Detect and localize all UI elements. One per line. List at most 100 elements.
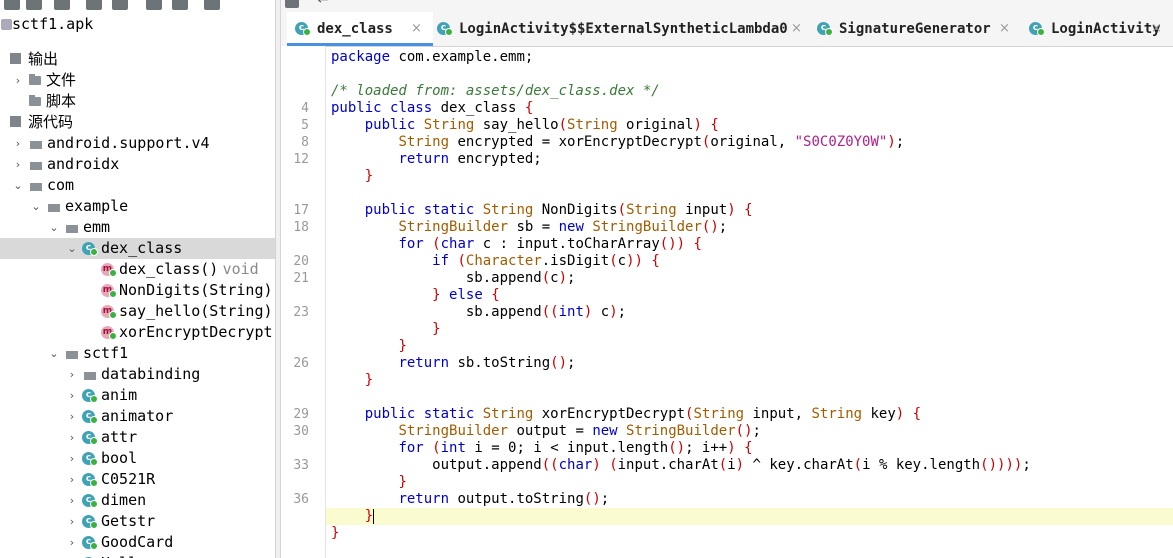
code-line[interactable]: output.append((char) (input.charAt(i) ^ … bbox=[331, 457, 1031, 474]
tab-dex-class[interactable]: c dex_class × bbox=[287, 12, 433, 46]
tab-label: LoginActivity$$ExternalSyntheticLambda0 bbox=[459, 21, 788, 37]
tree-item[interactable]: ⌄ sctf1 bbox=[0, 343, 275, 364]
code-line[interactable]: } bbox=[326, 508, 1173, 525]
tab-loginactivity[interactable]: c LoginActivity × bbox=[1021, 12, 1173, 46]
code-line[interactable]: } bbox=[331, 525, 339, 542]
line-number: 30 bbox=[293, 424, 309, 439]
chevron-right-icon[interactable]: › bbox=[66, 385, 78, 406]
tree-item[interactable]: 源代码 bbox=[0, 112, 275, 133]
class-icon: c bbox=[295, 22, 311, 36]
code-line[interactable]: sb.append((int) c); bbox=[331, 304, 626, 321]
chevron-right-icon[interactable]: › bbox=[66, 469, 78, 490]
chevron-right-icon[interactable]: › bbox=[66, 448, 78, 469]
tree-item[interactable]: ⌄ example bbox=[0, 196, 275, 217]
code-line[interactable]: for (char c : input.toCharArray()) { bbox=[331, 236, 702, 253]
code-line[interactable]: public String say_hello(String original)… bbox=[331, 117, 719, 134]
chevron-right-icon[interactable]: › bbox=[66, 490, 78, 511]
tree-item[interactable]: › c GoodCard bbox=[0, 532, 275, 553]
line-number: 20 bbox=[293, 254, 309, 269]
tree-item[interactable]: › c Getstr bbox=[0, 511, 275, 532]
tree-item[interactable]: ⌄ c dex_class bbox=[0, 238, 275, 259]
tree-item[interactable]: 输出 bbox=[0, 49, 275, 70]
tree-toolbar bbox=[0, 0, 275, 12]
code-line[interactable]: return sb.toString(); bbox=[331, 355, 575, 372]
code-line[interactable]: } bbox=[331, 321, 440, 338]
chevron-down-icon[interactable]: ⌄ bbox=[12, 175, 24, 196]
project-tree-panel: sctf1.apk 输出 › 文件 脚本 源代码 › android.support.v4 › a… bbox=[0, 0, 275, 558]
tree-item[interactable]: › 文件 bbox=[0, 70, 275, 91]
tree-item[interactable]: › c animator bbox=[0, 406, 275, 427]
chevron-right-icon[interactable]: › bbox=[66, 364, 78, 385]
tree-item[interactable]: ⌄ com bbox=[0, 175, 275, 196]
tree-item[interactable]: › androidx bbox=[0, 154, 275, 175]
code-line[interactable]: /* loaded from: assets/dex_class.dex */ bbox=[331, 83, 660, 100]
code-line[interactable]: if (Character.isDigit(c)) { bbox=[331, 253, 660, 270]
tree-item[interactable]: › databinding bbox=[0, 364, 275, 385]
code-line[interactable]: } else { bbox=[331, 287, 499, 304]
close-tab-icon[interactable]: × bbox=[411, 12, 422, 46]
tree-item[interactable]: m xorEncryptDecrypt bbox=[0, 322, 275, 343]
code-line[interactable]: return output.toString(); bbox=[331, 491, 609, 508]
code-line[interactable]: StringBuilder sb = new StringBuilder(); bbox=[331, 219, 727, 236]
open-file-icon[interactable] bbox=[4, 0, 20, 10]
chevron-right-icon[interactable]: › bbox=[66, 427, 78, 448]
chevron-right-icon[interactable]: › bbox=[12, 133, 24, 154]
close-tab-icon[interactable]: × bbox=[1151, 12, 1162, 46]
tree-item[interactable]: › c dimen bbox=[0, 490, 275, 511]
close-tab-icon[interactable]: × bbox=[999, 12, 1010, 46]
tree-item[interactable]: › c bool bbox=[0, 448, 275, 469]
download-icon[interactable] bbox=[146, 0, 162, 10]
chevron-right-icon[interactable]: › bbox=[66, 406, 78, 427]
tree-root[interactable]: sctf1.apk bbox=[0, 14, 275, 35]
chevron-right-icon[interactable]: › bbox=[12, 154, 24, 175]
save-icon[interactable] bbox=[86, 0, 102, 10]
tab-signaturegenerator[interactable]: c SignatureGenerator × bbox=[809, 12, 1021, 46]
back-arrow-icon[interactable]: ← bbox=[317, 0, 329, 8]
code-line[interactable]: public class dex_class { bbox=[331, 100, 533, 117]
tab-label: SignatureGenerator bbox=[839, 21, 991, 37]
export-icon[interactable] bbox=[112, 0, 128, 10]
tree-item[interactable]: › c anim bbox=[0, 385, 275, 406]
tree-item-label: NonDigits(String) bbox=[119, 281, 273, 299]
tree-item[interactable]: m NonDigits(String) bbox=[0, 280, 275, 301]
code-line[interactable]: String encrypted = xorEncryptDecrypt(ori… bbox=[331, 134, 904, 151]
tab-loginactivity-externalsyntheticlambda0[interactable]: c LoginActivity$$ExternalSyntheticLambda0… bbox=[429, 12, 813, 46]
chevron-down-icon[interactable]: ⌄ bbox=[30, 196, 42, 217]
tree-item[interactable]: › android.support.v4 bbox=[0, 133, 275, 154]
code-line[interactable]: sb.append(c); bbox=[331, 270, 576, 287]
home-icon[interactable] bbox=[285, 0, 299, 8]
code-line[interactable]: package com.example.emm; bbox=[331, 49, 533, 66]
code-line[interactable]: return encrypted; bbox=[331, 151, 541, 168]
chevron-right-icon[interactable]: › bbox=[66, 511, 78, 532]
code-line[interactable]: public static String xorEncryptDecrypt(S… bbox=[331, 406, 921, 423]
code-line[interactable]: for (int i = 0; i < input.length(); i++)… bbox=[331, 440, 752, 457]
chevron-right-icon[interactable]: › bbox=[66, 553, 78, 558]
tree-item[interactable]: ›cHello bbox=[0, 553, 275, 558]
add-file-icon[interactable] bbox=[26, 0, 42, 10]
tree-item[interactable]: 脚本 bbox=[0, 91, 275, 112]
tree-item[interactable]: › c C0521R bbox=[0, 469, 275, 490]
code-line[interactable]: } bbox=[331, 372, 373, 389]
grid-icon[interactable] bbox=[172, 0, 188, 10]
chevron-right-icon[interactable]: › bbox=[66, 532, 78, 553]
chevron-down-icon[interactable]: ⌄ bbox=[48, 343, 60, 364]
code-line[interactable]: } bbox=[331, 338, 406, 355]
close-tab-icon[interactable]: × bbox=[791, 12, 802, 46]
class-icon: c bbox=[82, 452, 98, 466]
chevron-right-icon[interactable]: › bbox=[12, 70, 24, 91]
code-line[interactable]: } bbox=[331, 168, 373, 185]
code-line[interactable]: public static String NonDigits(String in… bbox=[331, 202, 753, 219]
tree-item[interactable]: ⌄ emm bbox=[0, 217, 275, 238]
code-view[interactable]: package com.example.emm; /* loaded from: … bbox=[326, 46, 1173, 558]
refresh-icon[interactable] bbox=[54, 0, 70, 10]
chevron-down-icon[interactable]: ⌄ bbox=[48, 217, 60, 238]
tree-item-label: dex_class() bbox=[119, 260, 219, 278]
tree-item[interactable]: › c attr bbox=[0, 427, 275, 448]
chevron-down-icon[interactable]: ⌄ bbox=[66, 238, 78, 259]
tree-item[interactable]: m dex_class() void bbox=[0, 259, 275, 280]
code-line[interactable]: StringBuilder output = new StringBuilder… bbox=[331, 423, 761, 440]
line-number: 23 bbox=[293, 305, 309, 320]
tree-item[interactable]: m say_hello(String) bbox=[0, 301, 275, 322]
code-line[interactable]: } bbox=[331, 474, 406, 491]
search-icon[interactable] bbox=[204, 0, 220, 10]
